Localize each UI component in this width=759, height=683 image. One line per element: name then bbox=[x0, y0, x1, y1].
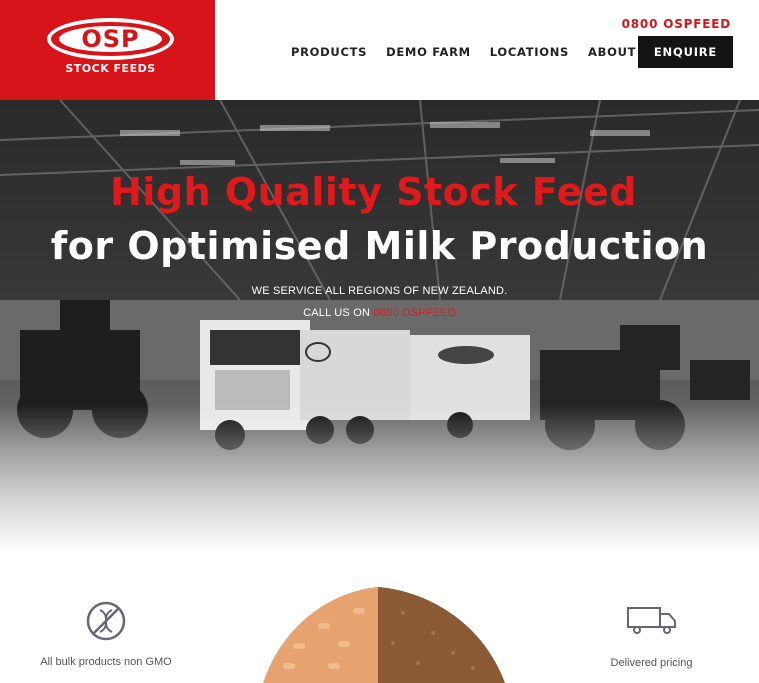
hero-service-text: WE SERVICE ALL REGIONS OF NEW ZEALAND. bbox=[251, 285, 508, 297]
hero-call-prefix: CALL US ON bbox=[303, 307, 371, 319]
site-header: OSP STOCK FEEDS 0800 OSPFEED PRODUCTS DE… bbox=[0, 0, 759, 100]
feature-label: All bulk products non GMO bbox=[40, 656, 172, 668]
logo-subtitle: STOCK FEEDS bbox=[65, 62, 156, 75]
logo[interactable]: OSP STOCK FEEDS bbox=[0, 0, 215, 100]
no-gmo-icon bbox=[86, 601, 126, 641]
nav-label: PRODUCTS bbox=[291, 45, 368, 59]
nav-label: DEMO FARM bbox=[386, 45, 471, 59]
hero-phone-link[interactable]: 0800 OSPFEED bbox=[373, 307, 456, 319]
nav-item-locations[interactable]: LOCATIONS bbox=[490, 45, 569, 59]
nav-item-demo-farm[interactable]: DEMO FARM bbox=[386, 45, 471, 59]
nav-item-products[interactable]: PRODUCTS bbox=[291, 45, 367, 59]
nav-label: LOCATIONS bbox=[489, 45, 570, 59]
main-nav: PRODUCTS DEMO FARM LOCATIONS ABOUT bbox=[291, 45, 664, 59]
nav-item-about[interactable]: ABOUT bbox=[588, 45, 647, 59]
hero-fade bbox=[0, 405, 759, 555]
nav-label: ABOUT bbox=[588, 45, 637, 59]
hero-call-text: CALL US ON 0800 OSPFEED bbox=[0, 307, 759, 319]
page: OSP STOCK FEEDS 0800 OSPFEED PRODUCTS DE… bbox=[0, 0, 759, 683]
header-phone-link[interactable]: 0800 OSPFEED bbox=[622, 17, 731, 31]
hero-banner: High Quality Stock Feed for Optimised Mi… bbox=[0, 100, 759, 555]
stock-feed-image bbox=[263, 587, 505, 683]
logo-oval: OSP bbox=[47, 18, 174, 60]
hero-title-white: for Optimised Milk Production bbox=[50, 224, 709, 268]
hero-title-red: High Quality Stock Feed bbox=[110, 170, 637, 214]
feature-delivered-pricing: Delivered pricing bbox=[580, 605, 723, 669]
enquire-button[interactable]: ENQUIRE bbox=[638, 36, 733, 68]
delivery-truck-icon bbox=[626, 607, 676, 634]
feature-label: Delivered pricing bbox=[610, 657, 693, 669]
feature-non-gmo: All bulk products non GMO bbox=[20, 600, 192, 668]
logo-word: OSP bbox=[81, 25, 140, 53]
